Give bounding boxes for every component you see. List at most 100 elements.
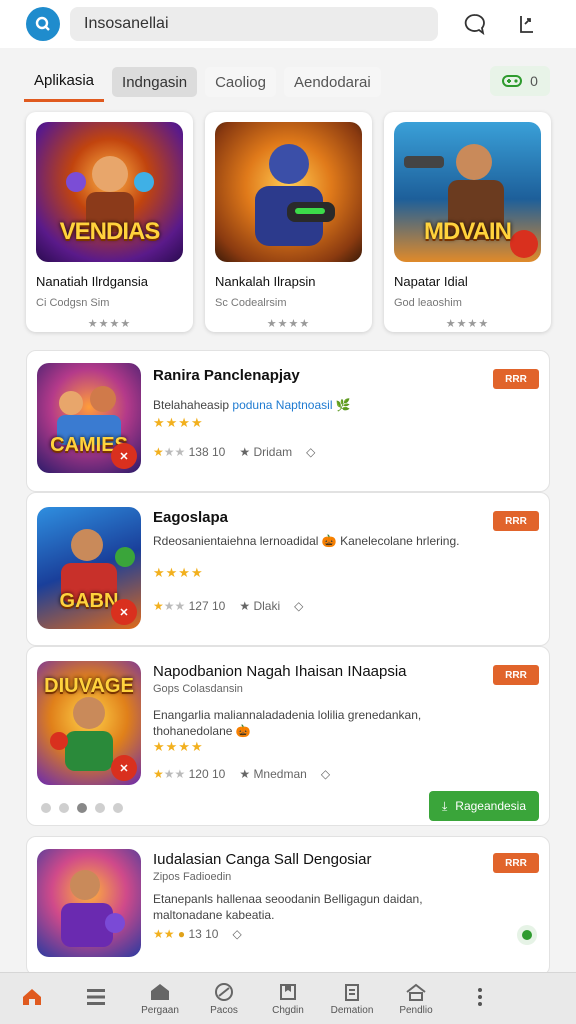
carousel-dot[interactable]: [59, 803, 69, 813]
game-artwork: VENDIAS: [36, 122, 183, 262]
filter-button[interactable]: 0: [490, 66, 550, 96]
diamond-icon: ◇: [232, 927, 242, 941]
nav-label: Pergaan: [141, 1004, 179, 1016]
status-dot-icon: [517, 925, 537, 945]
carousel-dot[interactable]: [113, 803, 123, 813]
meta-label: Dridam: [253, 445, 293, 459]
game-tag: RRR: [493, 369, 539, 389]
age-badge-icon: ✕: [111, 443, 137, 469]
diamond-icon: ◇: [306, 445, 316, 459]
meta-label: Dlaki: [253, 599, 281, 613]
tab-indngasin[interactable]: Indngasin: [112, 67, 198, 97]
profile-icon: [406, 983, 426, 1001]
game-subtitle: Gops Colasdansin: [153, 683, 243, 695]
search-text: Insosanellai: [84, 15, 169, 32]
rating-value: 127 10: [188, 599, 226, 613]
library-icon: [345, 983, 359, 1001]
list-item[interactable]: CAMIES ✕ Ranira Panclenapjay RRR Btelaha…: [26, 350, 550, 492]
star-icon: ★: [153, 445, 164, 459]
age-badge-icon: ✕: [111, 755, 137, 781]
game-tag: RRR: [493, 511, 539, 531]
nav-more[interactable]: [448, 986, 512, 1011]
description-link[interactable]: poduna Naptnoasil: [232, 398, 332, 412]
rating-stars: ★★★★: [87, 318, 132, 330]
search-input[interactable]: Insosanellai: [70, 7, 438, 41]
age-badge-icon: ✕: [111, 599, 137, 625]
chat-icon[interactable]: [460, 9, 490, 39]
game-tag: RRR: [493, 853, 539, 873]
list-item[interactable]: Iudalasian Canga Sall Dengosiar RRR Zipo…: [26, 836, 550, 976]
carousel-dot[interactable]: [41, 803, 51, 813]
nav-home[interactable]: [0, 985, 64, 1012]
nav-bookmark[interactable]: Chgdin: [256, 982, 320, 1016]
leaf-icon: 🌿: [335, 398, 351, 412]
store-icon: [151, 983, 169, 1000]
featured-title: Nanatiah Ilrdgansia: [36, 274, 149, 289]
game-description: Etanepanls hallenaa seoodanin Belligagun…: [153, 892, 423, 922]
game-artwork: MDVAIN: [394, 122, 541, 262]
bottom-navigation: Pergaan Pacos Chgdin Demation Pendlio: [0, 972, 576, 1024]
game-artwork: [37, 849, 141, 957]
star-icon: ★: [153, 767, 164, 781]
game-artwork: DIUVAGE ✕: [37, 661, 141, 785]
featured-card[interactable]: Nankalah Ilrapsin Sc Codealrsim ★★★★: [205, 112, 372, 332]
featured-title: Napatar Idial: [394, 274, 468, 289]
featured-card[interactable]: VENDIAS Nanatiah Ilrdgansia Ci Codgsn Si…: [26, 112, 193, 332]
nav-label: Pacos: [210, 1004, 238, 1016]
rating-stars: ★★★★: [266, 318, 311, 330]
top-bar: Insosanellai: [0, 0, 576, 48]
game-art-title: VENDIAS: [59, 218, 161, 245]
share-icon[interactable]: [512, 9, 542, 39]
nav-label: Demation: [330, 1004, 374, 1016]
game-title: Iudalasian Canga Sall Dengosiar: [153, 851, 372, 868]
nav-menu[interactable]: [64, 985, 128, 1012]
list-item[interactable]: GABN ✕ Eagoslapa RRR Rdeosanientaiehna l…: [26, 492, 550, 646]
game-artwork: CAMIES ✕: [37, 363, 141, 473]
rating-stars: ★★★★: [153, 415, 204, 430]
carousel-dot[interactable]: [95, 803, 105, 813]
rating-stars: ★★: [153, 927, 175, 941]
game-title: Eagoslapa: [153, 509, 229, 526]
install-button[interactable]: ⤓ Rageandesia: [429, 791, 539, 821]
game-description: Btelahaheasip poduna Naptnoasil 🌿: [153, 397, 483, 413]
game-art-title: DIUVAGE: [44, 675, 134, 697]
carousel-dot-active[interactable]: [77, 803, 87, 813]
star-empty-icon: ★★: [163, 599, 186, 613]
nav-games[interactable]: Pacos: [192, 982, 256, 1016]
list-item[interactable]: DIUVAGE ✕ Napodbanion Nagah Ihaisan INaa…: [26, 646, 550, 826]
install-label: Rageandesia: [455, 799, 527, 813]
nav-label: Chgdin: [272, 1004, 304, 1016]
game-artwork: GABN ✕: [37, 507, 141, 629]
games-icon: [215, 982, 233, 1001]
game-meta: ★★ ● 13 10 ◇: [153, 927, 242, 941]
rating-value: 13 10: [188, 927, 219, 941]
featured-card[interactable]: MDVAIN Napatar Idial God leaoshim ★★★★: [384, 112, 551, 332]
rating-stars: ★★★★: [445, 318, 490, 330]
gamepad-icon: [502, 75, 523, 87]
more-icon: [478, 988, 482, 1006]
tab-aendodarai[interactable]: Aendodarai: [283, 67, 381, 97]
game-title: Napodbanion Nagah Ihaisan INaapsia: [153, 663, 407, 680]
bookmark-icon: [280, 983, 296, 1000]
meta-label: Mnedman: [253, 767, 307, 781]
star-empty-icon: ★★: [163, 767, 186, 781]
game-description: Enangarlia maliannaladadenia lolilia gre…: [153, 708, 422, 738]
tab-caoliog[interactable]: Caoliog: [205, 67, 276, 97]
game-meta: ★★★ 127 10 ★ Dlaki ◇: [153, 599, 303, 613]
rating-value: 120 10: [188, 767, 226, 781]
diamond-icon: ◇: [294, 599, 304, 613]
featured-subtitle: God leaoshim: [394, 297, 462, 309]
featured-games: VENDIAS Nanatiah Ilrdgansia Ci Codgsn Si…: [26, 112, 551, 332]
tab-aplikasia[interactable]: Aplikasia: [24, 62, 105, 102]
nav-library[interactable]: Demation: [320, 982, 384, 1016]
star-outline-icon: ★: [239, 767, 251, 781]
game-description: Rdeosanientaiehna lernoadidal 🎃 Kaneleco…: [153, 534, 460, 548]
nav-store[interactable]: Pergaan: [128, 982, 192, 1016]
featured-subtitle: Ci Codgsn Sim: [36, 297, 110, 309]
app-logo-icon[interactable]: [26, 7, 60, 41]
game-list: CAMIES ✕ Ranira Panclenapjay RRR Btelaha…: [26, 350, 550, 976]
home-icon: [23, 989, 41, 1005]
diamond-icon: ◇: [320, 767, 331, 781]
nav-profile[interactable]: Pendlio: [384, 982, 448, 1016]
game-artwork: [215, 122, 362, 262]
